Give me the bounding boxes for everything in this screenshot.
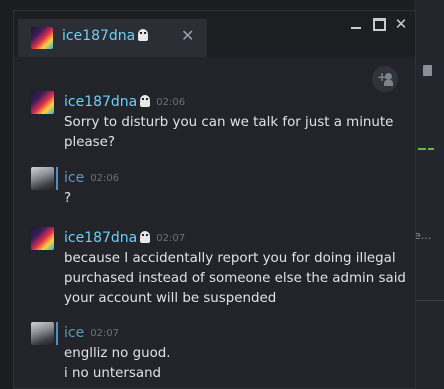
minimize-button[interactable] <box>347 15 365 33</box>
timestamp: 02:06 <box>90 173 120 184</box>
message-text: because I accidentally report you for do… <box>64 251 396 266</box>
close-tab-button[interactable]: ✕ <box>181 26 194 45</box>
online-indicator <box>428 148 434 150</box>
avatar[interactable] <box>31 227 54 250</box>
tab-title: ice187dna <box>62 28 149 44</box>
avatar[interactable] <box>31 322 54 345</box>
message-text: englliz no guod. <box>64 346 171 361</box>
ghost-icon <box>140 95 151 107</box>
timestamp: 02:06 <box>156 97 186 108</box>
sender-name[interactable]: ice 02:06 <box>64 170 119 186</box>
maximize-button[interactable] <box>370 15 388 33</box>
online-indicator <box>418 148 426 150</box>
sender-name-text: ice <box>64 170 85 186</box>
avatar[interactable] <box>31 27 53 49</box>
background-app: e... <box>414 0 444 389</box>
add-friend-icon <box>384 73 393 86</box>
sender-name[interactable]: ice187dna 02:06 <box>64 94 185 110</box>
sender-name[interactable]: ice187dna 02:07 <box>64 230 185 246</box>
avatar[interactable] <box>31 167 54 190</box>
ghost-icon <box>138 29 149 41</box>
sender-name-text: ice187dna <box>64 94 138 110</box>
status-indicator <box>56 167 58 190</box>
close-window-button[interactable]: ✕ <box>392 15 410 33</box>
message-text: i no untersand <box>64 366 162 381</box>
message-text: Sorry to disturb you can we talk for jus… <box>64 115 394 130</box>
sender-name[interactable]: ice 02:07 <box>64 325 119 341</box>
message-text: ? <box>64 191 72 206</box>
divider <box>414 300 444 301</box>
message-text: your account will be suspended <box>64 291 277 306</box>
tab-title-text: ice187dna <box>62 28 136 44</box>
ghost-icon <box>140 231 151 243</box>
document-icon <box>423 65 432 76</box>
background-text: e... <box>414 229 432 242</box>
message-text: purchased instead of someone else the ad… <box>64 271 406 286</box>
sender-name-text: ice <box>64 325 85 341</box>
avatar[interactable] <box>31 91 54 114</box>
chat-tab[interactable]: ice187dna ✕ <box>18 19 207 57</box>
message-text: please? <box>64 135 115 150</box>
title-bar[interactable]: ice187dna ✕ ✕ <box>14 11 415 57</box>
status-indicator <box>56 322 58 345</box>
timestamp: 02:07 <box>156 233 186 244</box>
add-friend-button[interactable]: + <box>372 66 398 92</box>
chat-window: ice187dna ✕ ✕ + ice187dna 02:06 Sorry to … <box>13 10 416 389</box>
timestamp: 02:07 <box>90 328 120 339</box>
sender-name-text: ice187dna <box>64 230 138 246</box>
